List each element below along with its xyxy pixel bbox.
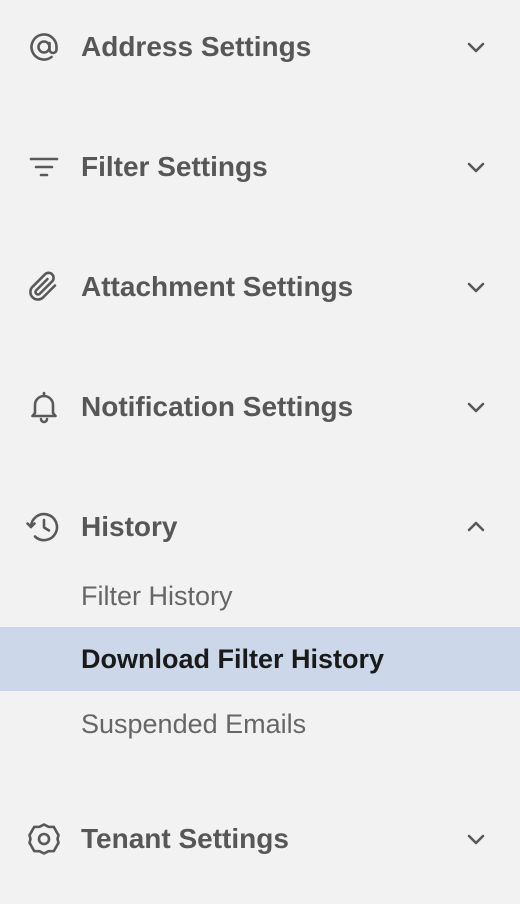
history-item-label: Download Filter History [81, 644, 385, 674]
history-item-suspended-emails[interactable]: Suspended Emails [0, 692, 520, 756]
section-history[interactable]: History [0, 497, 520, 557]
paperclip-icon [26, 269, 62, 305]
filter-lines-icon [26, 149, 62, 185]
section-label: Filter Settings [81, 151, 268, 182]
history-item-filter-history[interactable]: Filter History [0, 564, 520, 628]
chevron-up-icon[interactable] [462, 513, 490, 541]
section-label: Notification Settings [81, 391, 354, 422]
section-label: Address Settings [81, 31, 312, 62]
section-label: Attachment Settings [81, 271, 354, 302]
history-item-download-filter-history[interactable]: Download Filter History [0, 627, 520, 691]
section-label: History [81, 511, 178, 542]
at-sign-icon [26, 29, 62, 65]
chevron-down-icon[interactable] [462, 273, 490, 301]
section-label: Tenant Settings [81, 823, 289, 854]
section-filter-settings[interactable]: Filter Settings [0, 137, 520, 197]
history-item-label: Suspended Emails [81, 709, 307, 739]
chevron-down-icon[interactable] [462, 825, 490, 853]
section-tenant-settings[interactable]: Tenant Settings [0, 809, 520, 869]
chevron-down-icon[interactable] [462, 393, 490, 421]
settings-navigation: Address Settings Filter Settings Attachm… [0, 0, 520, 904]
bell-icon [26, 389, 62, 425]
history-item-label: Filter History [81, 581, 233, 611]
history-clock-icon [26, 509, 62, 545]
section-address-settings[interactable]: Address Settings [0, 17, 520, 77]
chevron-down-icon[interactable] [462, 153, 490, 181]
section-attachment-settings[interactable]: Attachment Settings [0, 257, 520, 317]
chevron-down-icon[interactable] [462, 33, 490, 61]
gear-icon [26, 821, 62, 857]
section-notification-settings[interactable]: Notification Settings [0, 377, 520, 437]
